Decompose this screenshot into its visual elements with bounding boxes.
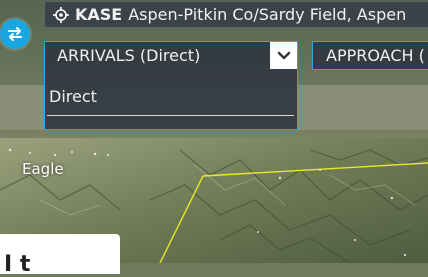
terrain-map[interactable]	[0, 0, 428, 263]
approach-select-label: APPROACH (	[326, 46, 425, 65]
arrivals-select[interactable]: ARRIVALS (Direct)	[44, 41, 298, 70]
chevron-down-icon	[277, 51, 290, 59]
info-card-text: I t	[4, 252, 31, 277]
airport-code: KASE	[75, 5, 123, 24]
airport-selector[interactable]: KASE Aspen-Pitkin Co/Sardy Field, Aspen	[44, 1, 428, 28]
swap-arrows-icon	[8, 27, 22, 41]
swap-button[interactable]	[0, 19, 30, 49]
airport-name: Aspen-Pitkin Co/Sardy Field, Aspen	[128, 5, 407, 24]
arrivals-select-label: ARRIVALS (Direct)	[57, 46, 201, 65]
arrivals-dropdown-toggle[interactable]	[270, 42, 297, 69]
location-target-icon	[53, 6, 69, 23]
dropdown-option-direct[interactable]: Direct	[49, 87, 97, 106]
info-card: I t	[0, 234, 120, 277]
map-place-label: Eagle	[22, 160, 64, 178]
approach-select[interactable]: APPROACH (	[312, 41, 428, 70]
arrivals-dropdown-list: Direct	[44, 69, 298, 130]
option-divider	[47, 115, 294, 116]
